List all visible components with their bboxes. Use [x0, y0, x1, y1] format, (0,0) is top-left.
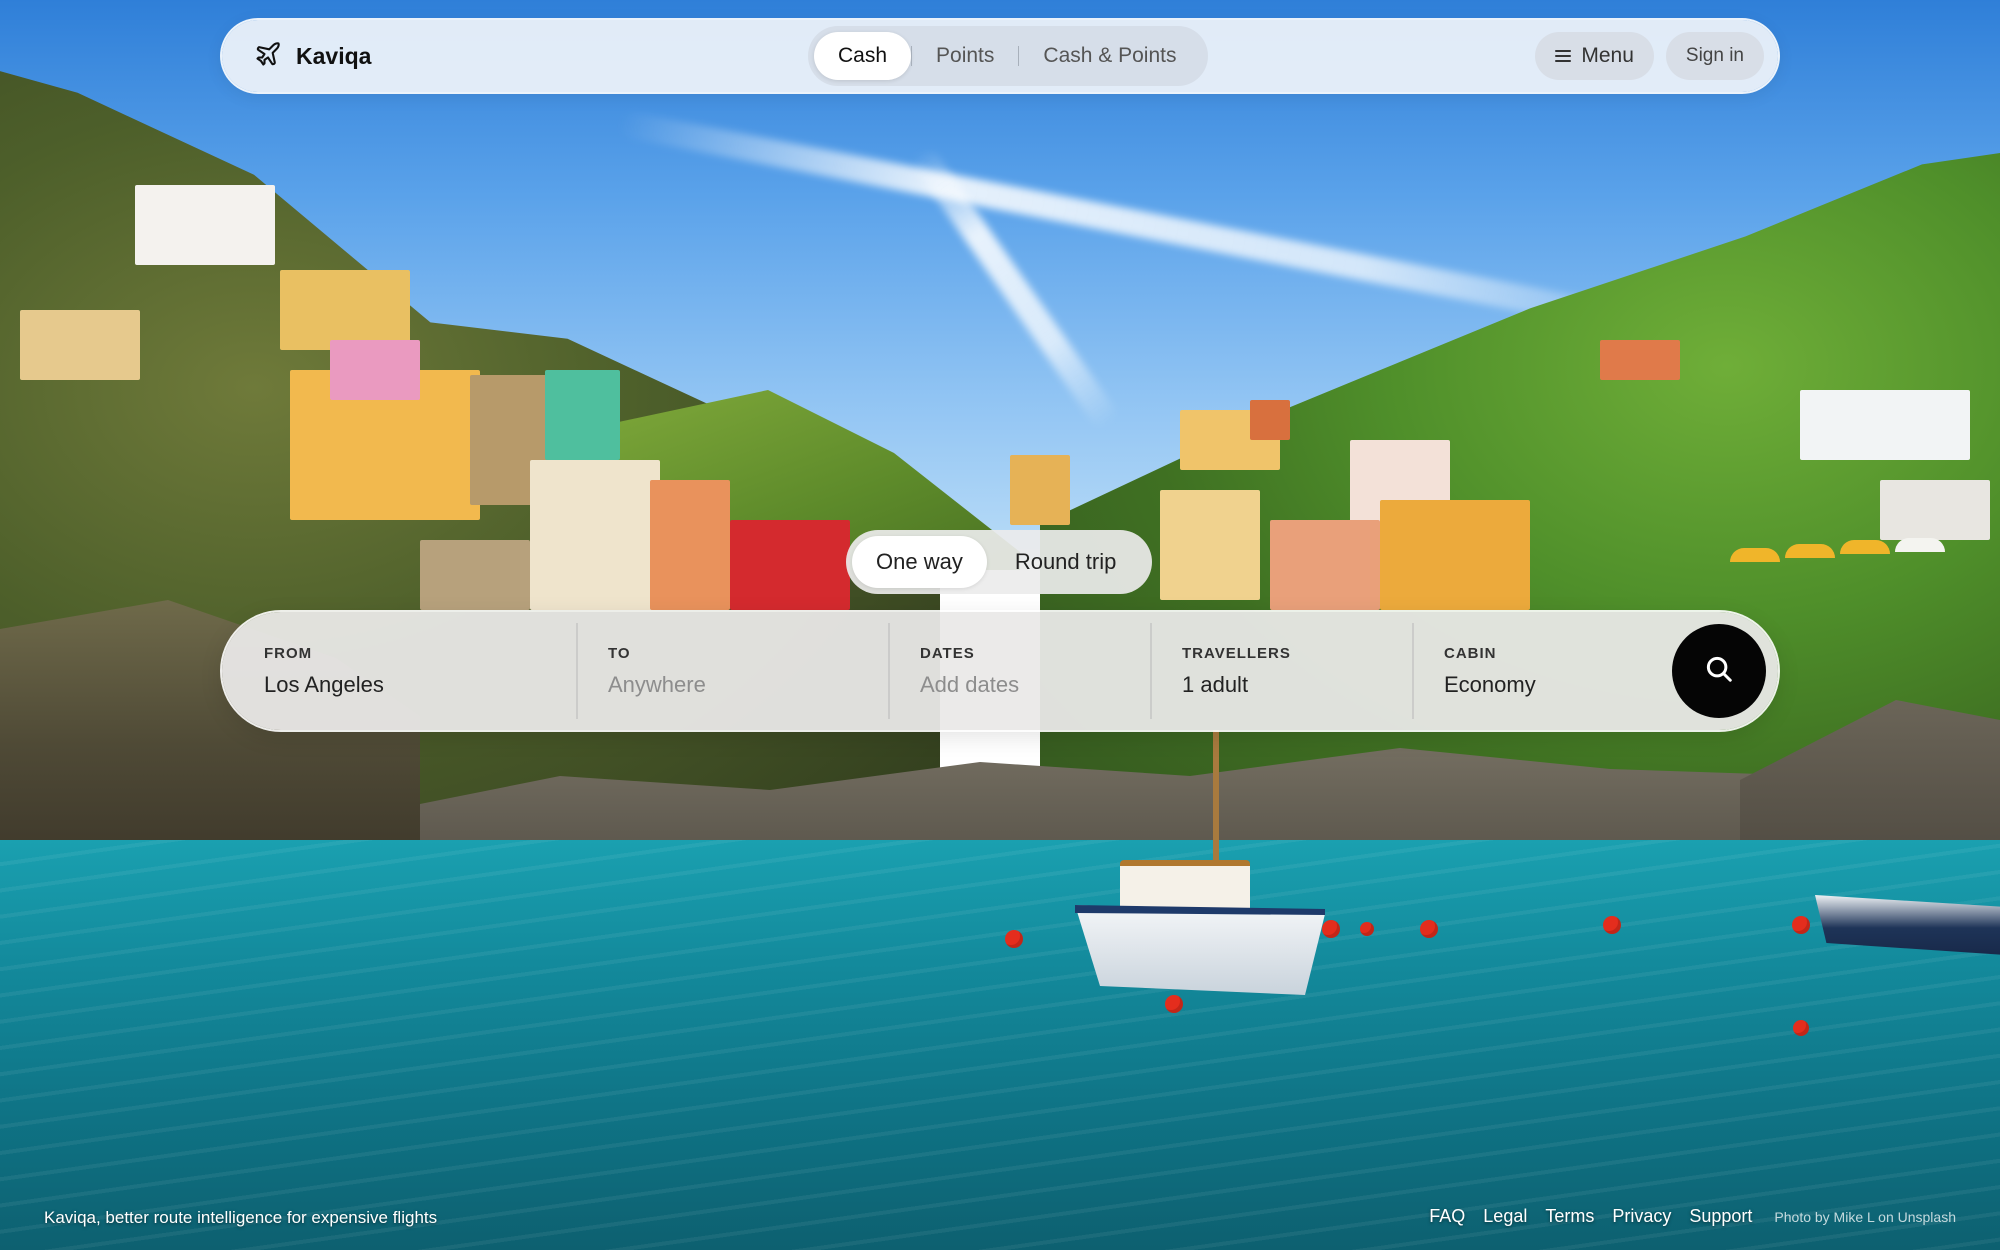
mode-cash[interactable]: Cash	[814, 32, 912, 80]
buoy	[1360, 922, 1374, 936]
cabin-field[interactable]: CABIN Economy	[1414, 623, 1674, 719]
sea-ripple	[0, 840, 2000, 1250]
sign-in-button[interactable]: Sign in	[1665, 32, 1764, 80]
buoy	[1793, 1020, 1809, 1036]
footer-links: FAQ Legal Terms Privacy Support Photo by…	[1429, 1206, 1956, 1227]
village-house	[1800, 390, 1970, 460]
buoy	[1420, 920, 1438, 938]
village-house	[1160, 490, 1260, 600]
from-label: FROM	[264, 644, 313, 662]
footer-link-privacy[interactable]: Privacy	[1612, 1206, 1671, 1227]
boat-hull	[1075, 905, 1325, 995]
buoy	[1792, 916, 1810, 934]
menu-label: Menu	[1581, 44, 1634, 67]
beach-umbrella	[1895, 538, 1945, 552]
payment-mode-toggle: Cash Points Cash & Points	[808, 26, 1208, 86]
trip-one-way[interactable]: One way	[852, 536, 987, 588]
buoy	[1603, 916, 1621, 934]
village-house	[135, 185, 275, 265]
menu-button[interactable]: Menu	[1535, 32, 1654, 80]
village-house	[330, 340, 420, 400]
village-house	[1600, 340, 1680, 380]
buoy	[1165, 995, 1183, 1013]
footer-link-terms[interactable]: Terms	[1545, 1206, 1594, 1227]
footer-link-legal[interactable]: Legal	[1483, 1206, 1527, 1227]
village-house	[1880, 480, 1990, 540]
village-house	[730, 520, 850, 610]
photo-credit: Photo by Mike L on Unsplash	[1774, 1209, 1956, 1225]
boat-mast	[1213, 730, 1219, 865]
tagline: Kaviqa, better route intelligence for ex…	[44, 1208, 438, 1227]
footer-link-faq[interactable]: FAQ	[1429, 1206, 1465, 1227]
trip-type-toggle: One way Round trip	[846, 530, 1152, 594]
village-house	[20, 310, 140, 380]
from-field[interactable]: FROM Los Angeles	[222, 623, 578, 719]
trip-round-trip[interactable]: Round trip	[991, 536, 1141, 588]
beach-umbrella	[1840, 540, 1890, 554]
airplane-icon	[254, 40, 282, 73]
village-house	[1270, 520, 1380, 610]
village-house	[280, 270, 410, 350]
village-house	[1010, 455, 1070, 525]
hamburger-icon	[1555, 50, 1572, 62]
search-icon	[1704, 654, 1734, 689]
beach-umbrella	[1785, 544, 1835, 558]
brand-name: Kaviqa	[296, 42, 372, 69]
top-nav-bar: Kaviqa Cash Points Cash & Points Menu Si…	[222, 20, 1778, 92]
village-house	[420, 540, 530, 610]
to-label: TO	[608, 644, 631, 662]
cabin-label: CABIN	[1444, 644, 1497, 662]
nav-actions: Menu Sign in	[1535, 32, 1764, 80]
travellers-field[interactable]: TRAVELLERS 1 adult	[1152, 623, 1414, 719]
to-placeholder: Anywhere	[608, 671, 706, 697]
search-button[interactable]	[1672, 624, 1766, 718]
travellers-label: TRAVELLERS	[1182, 644, 1291, 662]
to-field[interactable]: TO Anywhere	[578, 623, 890, 719]
beach-umbrella	[1730, 548, 1780, 562]
mode-cash-and-points[interactable]: Cash & Points	[1019, 32, 1200, 80]
footer-link-support[interactable]: Support	[1689, 1206, 1752, 1227]
brand[interactable]: Kaviqa	[254, 40, 371, 72]
cabin-value: Economy	[1444, 671, 1536, 697]
village-house	[530, 460, 660, 610]
from-value: Los Angeles	[264, 671, 384, 697]
buoy	[1322, 920, 1340, 938]
flight-search-bar: FROM Los Angeles TO Anywhere DATES Add d…	[222, 612, 1778, 730]
travellers-value: 1 adult	[1182, 671, 1249, 697]
mode-points[interactable]: Points	[912, 32, 1018, 80]
dates-label: DATES	[920, 644, 975, 662]
dates-field[interactable]: DATES Add dates	[890, 623, 1152, 719]
dates-placeholder: Add dates	[920, 671, 1020, 697]
buoy	[1005, 930, 1023, 948]
village-house	[650, 480, 730, 610]
village-house	[1380, 500, 1530, 610]
village-house	[1250, 400, 1290, 440]
village-house	[545, 370, 620, 460]
